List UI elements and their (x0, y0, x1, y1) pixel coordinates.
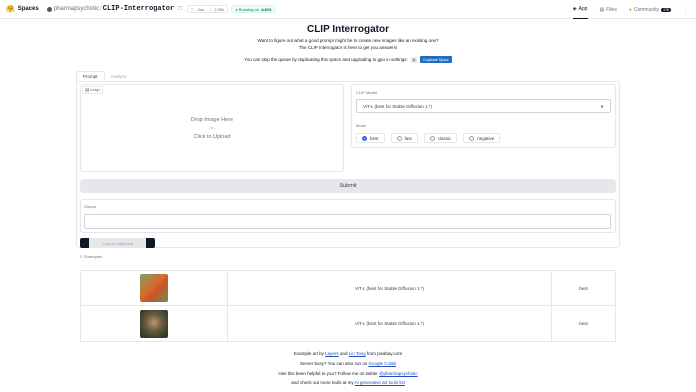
footer-twitter: Has this been helpful to you? Follow me … (0, 371, 696, 376)
description-line-1: Want to figure out what a good prompt mi… (257, 38, 439, 43)
community-count-badge: 176 (661, 7, 671, 12)
footer-text: and check out more tools at my (291, 380, 354, 385)
more-menu-icon[interactable]: ⋮ (683, 0, 688, 19)
radio-selected-icon (362, 135, 367, 141)
example-row[interactable]: ViT-L (best for Stable Diffusion 1.*) be… (81, 271, 615, 306)
path-separator: / (100, 6, 102, 12)
owner-avatar[interactable] (46, 6, 52, 12)
example-model-cell: ViT-L (best for Stable Diffusion 1.*) (228, 271, 552, 305)
examples-header: ≡ Examples (80, 254, 102, 259)
huggingface-logo-icon[interactable]: 🤗 (6, 5, 15, 13)
example-image-cat (140, 309, 168, 338)
duplicate-space-button[interactable]: Duplicate Space (420, 56, 452, 63)
mode-radio-group: best fast classic negative (356, 133, 501, 143)
hardware-label: A10G (261, 6, 272, 12)
output-label: Output (84, 204, 97, 209)
mode-option-negative[interactable]: negative (463, 133, 501, 143)
copy-icon[interactable]: ❐ (177, 6, 181, 12)
radio-icon (396, 135, 402, 141)
mode-option-classic[interactable]: classic (423, 133, 458, 143)
running-status-badge: ● Running on A10G (231, 5, 276, 13)
tab-app[interactable]: ◈ App (572, 0, 588, 19)
duplicate-line: You can skip the queue by duplicating th… (0, 56, 696, 63)
footer-text: from pixabay.com (366, 351, 403, 356)
owner-link[interactable]: pharmapsychotic (54, 6, 99, 12)
tab-app-label: App (578, 6, 588, 12)
mode-option-label: best (370, 135, 379, 141)
submit-button[interactable]: Submit (80, 179, 616, 193)
like-button[interactable]: ♡ like 2.55k (186, 5, 229, 13)
twitter-link[interactable]: @pharmapsychotic (379, 371, 418, 376)
tab-community[interactable]: ● Community 176 (629, 0, 671, 19)
tab-files[interactable]: ▤ Files (600, 0, 617, 19)
image-label-text: Image (90, 88, 101, 92)
radio-icon (429, 135, 435, 141)
google-colab-link[interactable]: Google Colab (369, 361, 397, 366)
heart-icon: ♡ like (188, 7, 211, 12)
click-to-upload-text[interactable]: Click to Upload (80, 134, 344, 140)
example-mode-cell: best (579, 321, 588, 326)
footer-text: Example art by (293, 351, 324, 356)
top-nav: 🤗 Spaces pharmapsychotic / CLIP-Interrog… (0, 0, 696, 19)
mode-option-label: negative (477, 135, 495, 141)
example-model-cell: ViT-L (best for Stable Diffusion 1.*) (228, 306, 552, 341)
running-dot-icon: ● (235, 6, 238, 12)
clip-model-select[interactable]: ViT-L (best for Stable Diffusion 1.*) ▼ (356, 99, 611, 113)
radio-icon (469, 135, 475, 141)
footer-credits: Example art by Layers and Lin Tong from … (0, 351, 696, 356)
clip-model-label: CLIP Model (356, 90, 377, 95)
layers-link[interactable]: Layers (325, 351, 339, 356)
like-count: 2.55k (210, 6, 227, 12)
skip-queue-text: You can skip the queue by duplicating th… (244, 57, 408, 62)
drop-image-text: Drop Image Here (190, 117, 234, 123)
examples-table: ViT-L (best for Stable Diffusion 1.*) be… (80, 270, 616, 342)
examples-icon: ≡ (80, 254, 83, 259)
example-image-cell (81, 271, 228, 305)
mode-option-best[interactable]: best (356, 133, 385, 143)
footer-text: Has this been helpful to you? Follow me … (278, 371, 378, 376)
clip-model-value: ViT-L (best for Stable Diffusion 1.*) (363, 103, 432, 109)
mode-option-label: classic (437, 135, 452, 141)
duplicate-badge-icon: ⧉ (410, 56, 418, 63)
community-icon: ● (628, 6, 632, 13)
mode-label: Mode (356, 123, 367, 128)
footer-text: Server busy? You can also run on (299, 361, 368, 366)
tab-files-label: Files (606, 6, 617, 13)
footer-text: and (339, 351, 348, 356)
mode-option-label: fast (404, 135, 412, 141)
dropdown-arrow-icon: ▼ (600, 103, 604, 109)
example-image-cell (81, 306, 228, 341)
files-icon: ▤ (599, 6, 605, 13)
copy-to-clipboard-button[interactable]: Copy to clipboard (80, 238, 155, 248)
tab-community-label: Community (633, 6, 660, 13)
example-mode-cell: best (579, 285, 588, 291)
example-image-fish (140, 274, 168, 302)
mode-option-fast[interactable]: fast (390, 133, 418, 143)
image-label: 🖼 Image (82, 86, 104, 94)
spaces-link[interactable]: Spaces (18, 6, 39, 12)
or-text: - or - (208, 126, 216, 130)
examples-label: Examples (84, 254, 102, 259)
page-title: CLIP Interrogator (306, 24, 390, 35)
footer-tools: and check out more tools at my Ai genera… (0, 380, 696, 385)
tools-list-link[interactable]: Ai generative art tools list (355, 380, 405, 385)
lin-tong-link[interactable]: Lin Tong (349, 351, 366, 356)
running-label: Running on (238, 6, 260, 12)
copy-to-clipboard-label: Copy to clipboard (89, 238, 146, 248)
repo-name[interactable]: CLIP-Interrogator (103, 5, 174, 13)
example-row[interactable]: ViT-L (best for Stable Diffusion 1.*) be… (81, 306, 615, 341)
app-icon: ◈ (572, 6, 577, 12)
like-label: like (198, 6, 205, 12)
description-line-2: The CLIP Interrogator is here to get you… (298, 45, 398, 50)
output-textarea[interactable] (84, 214, 611, 229)
footer-colab: Server busy? You can also run on Google … (0, 361, 696, 366)
